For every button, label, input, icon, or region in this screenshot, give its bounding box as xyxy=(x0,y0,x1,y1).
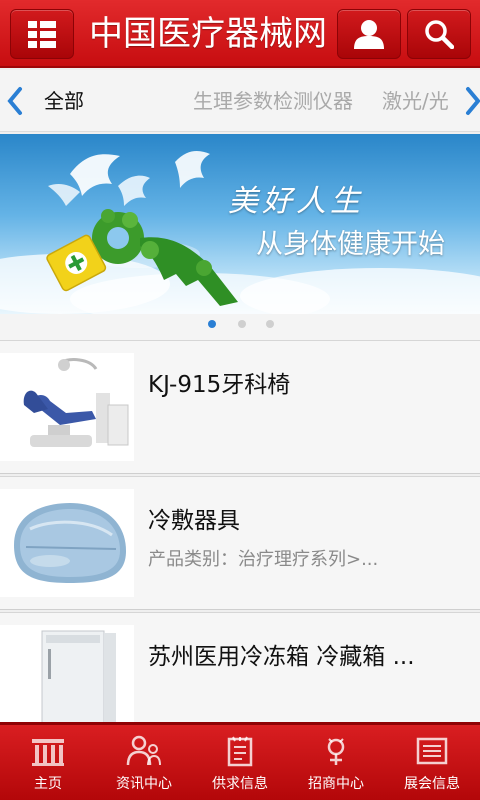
nav-home-label: 主页 xyxy=(34,776,62,792)
nav-supply-label: 供求信息 xyxy=(212,776,268,792)
app-header: 中国医疗器械网 xyxy=(0,0,480,68)
user-icon xyxy=(354,20,384,49)
promo-banner[interactable]: 美好人生 从身体健康开始 xyxy=(0,134,480,314)
scroll-left-icon[interactable] xyxy=(4,86,26,116)
app-title: 中国医疗器械网 xyxy=(89,14,327,54)
menu-button[interactable] xyxy=(10,9,74,59)
supply-icon xyxy=(227,736,253,767)
nav-business-label: 招商中心 xyxy=(308,776,364,792)
cold-compress-image xyxy=(0,489,134,597)
product-name: 冷敷器具 xyxy=(148,508,240,534)
product-item[interactable]: 冷敷器具 产品类别：治疗理疗系列>... xyxy=(0,476,480,610)
product-name: 苏州医用冷冻箱 冷藏箱 ... xyxy=(148,644,415,670)
nav-exhibition[interactable]: 展会信息 xyxy=(384,725,480,800)
product-item[interactable]: KJ-915牙科椅 xyxy=(0,340,480,474)
nav-home[interactable]: 主页 xyxy=(0,725,96,800)
banner-subtitle: 从身体健康开始 xyxy=(256,229,445,260)
carousel-dot[interactable] xyxy=(266,320,274,328)
banner-tagline: 美好人生 xyxy=(228,184,364,219)
user-button[interactable] xyxy=(337,9,401,59)
dental-chair-image xyxy=(0,353,134,461)
product-name: KJ-915牙科椅 xyxy=(148,372,291,398)
nav-business[interactable]: 招商中心 xyxy=(288,725,384,800)
carousel-dot[interactable] xyxy=(238,320,246,328)
carousel-indicator xyxy=(0,314,480,340)
nav-supply[interactable]: 供求信息 xyxy=(192,725,288,800)
nav-exhibition-label: 展会信息 xyxy=(404,776,460,792)
tab-laser[interactable]: 激光/光 xyxy=(382,70,449,131)
tab-physiological-monitors[interactable]: 生理参数检测仪器 xyxy=(193,70,353,131)
nav-news-label: 资讯中心 xyxy=(116,776,172,792)
nav-news[interactable]: 资讯中心 xyxy=(96,725,192,800)
search-icon xyxy=(425,20,454,49)
medical-freezer-image xyxy=(0,625,134,733)
business-icon xyxy=(327,738,345,765)
news-icon xyxy=(126,735,161,766)
grid-menu-icon xyxy=(28,21,56,48)
carousel-dot-active[interactable] xyxy=(208,320,216,328)
product-category: 产品类别：治疗理疗系列>... xyxy=(148,549,379,570)
category-bar: 全部 生理参数检测仪器 激光/光 xyxy=(0,70,480,132)
exhibition-icon xyxy=(416,737,448,765)
bottom-nav: 主页 资讯中心 供求信息 招商中心 展会信息 xyxy=(0,722,480,800)
tab-all[interactable]: 全部 xyxy=(44,70,84,131)
scroll-right-icon[interactable] xyxy=(462,86,480,116)
home-icon xyxy=(32,739,64,766)
search-button[interactable] xyxy=(407,9,471,59)
